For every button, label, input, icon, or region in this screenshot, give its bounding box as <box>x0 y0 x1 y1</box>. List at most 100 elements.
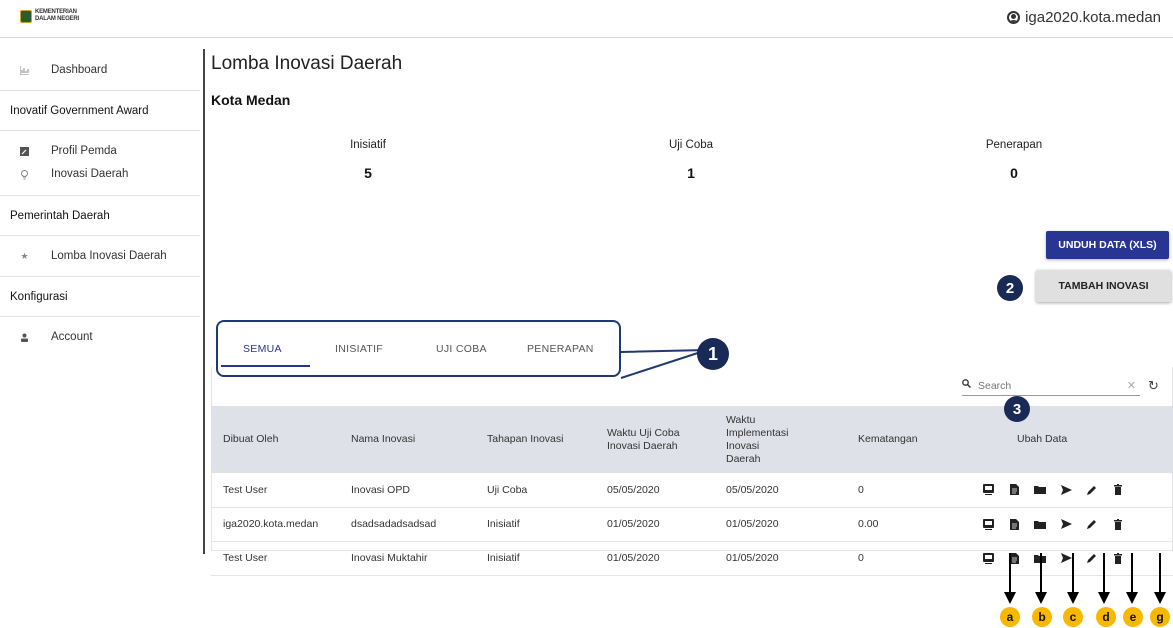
cell-stage: Inisiatif <box>487 552 520 564</box>
username: iga2020.kota.medan <box>1025 9 1161 26</box>
download-xls-button[interactable]: UNDUH DATA (XLS) <box>1046 231 1169 259</box>
sidebar-item-lomba[interactable]: ★ Lomba Inovasi Daerah <box>0 236 200 276</box>
cell-impl-date: 01/05/2020 <box>726 518 779 530</box>
star-icon: ★ <box>20 250 29 261</box>
arrow-b-line <box>1040 553 1042 595</box>
arrow-c-line <box>1072 553 1074 595</box>
cell-impl-date: 05/05/2020 <box>726 483 779 496</box>
letter-badge-b: b <box>1032 607 1052 627</box>
view-detail-icon[interactable] <box>975 551 1001 565</box>
sidebar-item-label: Dashboard <box>51 64 108 76</box>
document-icon[interactable] <box>1001 483 1027 497</box>
cell-name: Inovasi Muktahir <box>351 552 428 564</box>
page-subtitle: Kota Medan <box>211 92 291 108</box>
send-icon[interactable] <box>1053 483 1079 497</box>
document-icon[interactable] <box>1001 517 1027 531</box>
cell-trial-date: 01/05/2020 <box>607 552 660 564</box>
view-detail-icon[interactable] <box>975 517 1001 531</box>
delete-icon[interactable] <box>1105 517 1131 531</box>
stat-value-inisiatif: 5 <box>364 165 372 181</box>
sidebar-item-label: Inovasi Daerah <box>51 168 129 180</box>
arrow-g-line <box>1159 553 1161 595</box>
cell-impl-date: 01/05/2020 <box>726 552 779 564</box>
marker-3: 3 <box>1004 396 1030 422</box>
arrow-c-head <box>1067 592 1079 604</box>
letter-badge-g: g <box>1150 607 1170 627</box>
logo-line-1: KEMENTERIAN <box>35 9 77 15</box>
stat-value-penerapan: 0 <box>1010 165 1018 181</box>
table-row: Test User Inovasi OPD Uji Coba 05/05/202… <box>211 473 1173 507</box>
arrow-d-line <box>1103 553 1105 595</box>
cell-name: Inovasi OPD <box>351 483 410 496</box>
send-icon[interactable] <box>1053 551 1079 565</box>
column-header[interactable]: Waktu Implementasi Inovasi Daerah <box>714 406 846 473</box>
letter-badge-e: e <box>1123 607 1143 627</box>
delete-icon[interactable] <box>1105 483 1131 497</box>
column-header[interactable]: Nama Inovasi <box>339 406 475 473</box>
cell-maturity: 0 <box>858 483 864 496</box>
column-header[interactable]: Waktu Uji Coba Inovasi Daerah <box>595 406 714 473</box>
user-icon <box>1007 11 1021 24</box>
cell-trial-date: 01/05/2020 <box>607 518 660 530</box>
arrow-b-head <box>1035 592 1047 604</box>
sidebar-item-account[interactable]: Account <box>0 317 200 357</box>
sidebar-item-label: Lomba Inovasi Daerah <box>51 250 167 262</box>
delete-icon[interactable] <box>1105 551 1131 565</box>
sidebar-item-dashboard[interactable]: Dashboard <box>0 50 200 90</box>
edit-icon[interactable] <box>1079 483 1105 497</box>
arrow-d-head <box>1098 592 1110 604</box>
stat-label-inisiatif: Inisiatif <box>350 139 386 151</box>
cell-actions <box>973 473 1173 507</box>
cell-creator: Test User <box>223 552 268 564</box>
column-header[interactable]: Tahapan Inovasi <box>475 406 595 473</box>
arrow-e-line <box>1131 553 1133 595</box>
letter-badge-c: c <box>1063 607 1083 627</box>
send-icon[interactable] <box>1053 517 1079 531</box>
cell-creator: Test User <box>223 483 268 496</box>
sidebar-divider <box>203 49 205 554</box>
letter-badge-d: d <box>1096 607 1116 627</box>
marker-1: 1 <box>697 338 729 370</box>
edit-icon[interactable] <box>1079 551 1105 565</box>
refresh-icon[interactable]: ↻ <box>1148 378 1159 394</box>
stat-label-penerapan: Penerapan <box>985 139 1043 151</box>
cell-actions <box>973 507 1173 541</box>
chart-icon <box>19 65 29 75</box>
edit-icon[interactable] <box>1079 517 1105 531</box>
ministry-logo[interactable]: KEMENTERIAN DALAM NEGERI <box>20 9 79 23</box>
table-header-row: Dibuat Oleh Nama Inovasi Tahapan Inovasi… <box>211 406 1173 473</box>
edit-box-icon <box>20 146 29 156</box>
column-header: Ubah Data <box>1017 433 1068 445</box>
view-detail-icon[interactable] <box>975 483 1001 497</box>
cell-stage: Uji Coba <box>487 483 528 496</box>
search-input[interactable] <box>978 378 1118 394</box>
sidebar-item-inovasi-daerah[interactable]: Inovasi Daerah <box>0 163 200 185</box>
document-icon[interactable] <box>1001 551 1027 565</box>
letter-badge-a: a <box>1000 607 1020 627</box>
emblem-icon <box>20 9 32 23</box>
arrow-e-head <box>1126 592 1138 604</box>
search-icon <box>962 379 972 391</box>
table-row: iga2020.kota.medan dsadsadadsadsad Inisi… <box>211 507 1173 541</box>
sidebar-group-pemda: Pemerintah Daerah <box>0 195 200 236</box>
cell-maturity: 0 <box>858 552 864 564</box>
stat-label-uji-coba: Uji Coba <box>668 139 714 151</box>
folder-icon[interactable] <box>1027 517 1053 531</box>
clear-search-icon[interactable]: ✕ <box>1127 379 1136 392</box>
folder-icon[interactable] <box>1027 483 1053 497</box>
sidebar-item-label: Account <box>51 331 93 343</box>
user-menu[interactable]: iga2020.kota.medan <box>1007 9 1161 26</box>
sidebar-group-iga: Inovatif Government Award <box>0 90 200 131</box>
logo-line-2: DALAM NEGERI <box>35 16 79 22</box>
cell-stage: Inisiatif <box>487 518 520 530</box>
search-box[interactable]: ✕ <box>962 376 1140 396</box>
innovation-table: Dibuat Oleh Nama Inovasi Tahapan Inovasi… <box>211 406 1173 576</box>
column-header[interactable]: Kematangan <box>846 406 973 473</box>
top-bar: KEMENTERIAN DALAM NEGERI iga2020.kota.me… <box>0 0 1173 38</box>
add-innovation-button[interactable]: TAMBAH INOVASI <box>1036 270 1171 302</box>
arrow-a-line <box>1009 553 1011 595</box>
cell-name: dsadsadadsadsad <box>351 518 437 530</box>
column-header[interactable]: Dibuat Oleh <box>211 406 339 473</box>
stat-value-uji-coba: 1 <box>687 165 695 181</box>
person-icon <box>20 333 29 342</box>
